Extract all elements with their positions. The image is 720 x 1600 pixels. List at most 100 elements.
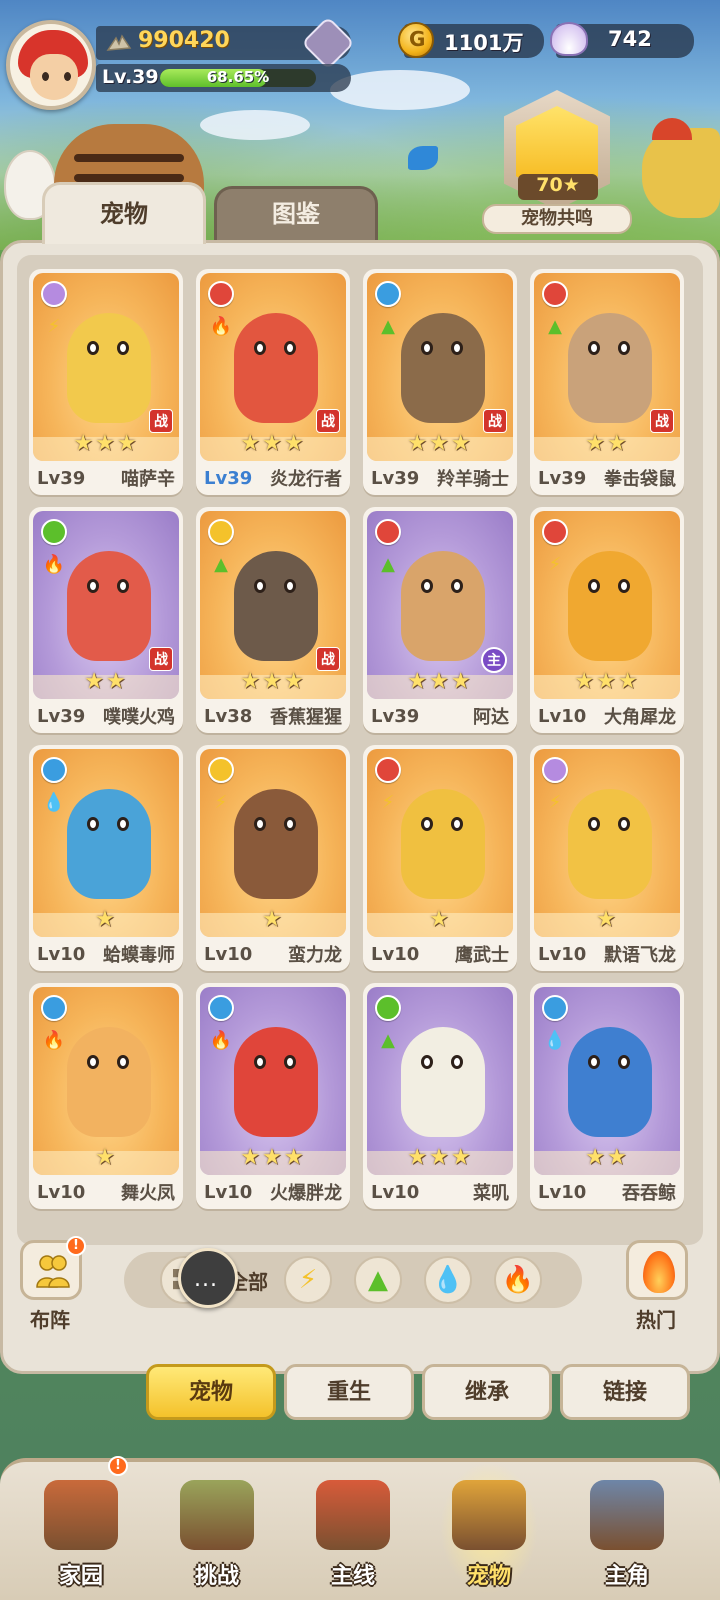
pet-card[interactable]: ▲ 主 ★★★ Lv39 阿达 (363, 507, 517, 733)
subtab-inherit[interactable]: 继承 (422, 1364, 552, 1420)
gold-amount: 1101万 (444, 31, 524, 55)
pet-card[interactable]: ▲ 战 ★★ Lv39 拳击袋鼠 (530, 269, 684, 495)
pet-card[interactable]: ⚡ ★ Lv10 蛮力龙 (196, 745, 350, 971)
pet-name: 拳击袋鼠 (604, 469, 676, 490)
filter-water[interactable]: 💧 (424, 1256, 472, 1304)
pet-card-footer: Lv10 菜叽 (363, 1175, 517, 1209)
creature-eye (117, 817, 129, 831)
shell-amount: 742 (608, 27, 652, 51)
pet-element-icon: ⚡ (381, 792, 395, 813)
pet-class-icon (208, 757, 234, 783)
tab-pets[interactable]: 宠物 (42, 182, 206, 244)
wing-icon (106, 34, 132, 51)
pet-card[interactable]: 💧 ★★ Lv10 吞吞鲸 (530, 983, 684, 1209)
pet-level: Lv39 (204, 467, 253, 489)
nav-icon (452, 1480, 526, 1550)
creature-eye (117, 341, 129, 355)
pet-creature-image (234, 551, 318, 661)
power-score-bar: 990420 (96, 16, 355, 70)
nav-item[interactable]: 宠物 (434, 1462, 544, 1598)
nav-item[interactable]: 主角 (572, 1462, 682, 1598)
battle-tag: 战 (483, 409, 507, 433)
pet-name: 鹰武士 (455, 945, 509, 966)
cloud-decoration (330, 70, 470, 110)
hot-sort-label: 热门 (636, 1308, 676, 1332)
pet-creature-image (568, 1027, 652, 1137)
pet-card-footer: Lv39 噗噗火鸡 (29, 699, 183, 733)
pet-creature-image (234, 1027, 318, 1137)
chat-button[interactable]: ... (178, 1248, 238, 1308)
nav-item[interactable]: 主线 (298, 1462, 408, 1598)
tab-codex[interactable]: 图鉴 (214, 186, 378, 242)
pet-level: Lv10 (538, 705, 587, 727)
filter-earth[interactable]: ▲ (354, 1256, 402, 1304)
pet-creature-image (401, 1027, 485, 1137)
pet-name: 羚羊骑士 (437, 469, 509, 490)
pet-card[interactable]: 🔥 战 ★★ Lv39 噗噗火鸡 (29, 507, 183, 733)
pet-resonance-button[interactable]: 70★ 宠物共鸣 (482, 86, 632, 238)
creature-eye (87, 579, 99, 593)
xp-percent: 68.65% (206, 68, 270, 86)
pet-card[interactable]: ▲ ★★★ Lv10 菜叽 (363, 983, 517, 1209)
pet-creature-image (67, 789, 151, 899)
pet-element-icon: ⚡ (47, 316, 61, 337)
creature-eye (284, 817, 296, 831)
pet-creature-image (568, 551, 652, 661)
mountain-icon: ▲ (368, 1265, 388, 1295)
pet-class-icon (375, 519, 401, 545)
gold-currency[interactable]: 1101万 (398, 22, 544, 58)
pet-card[interactable]: ⚡ ★★★ Lv10 大角犀龙 (530, 507, 684, 733)
filter-fire[interactable]: 🔥 (494, 1256, 542, 1304)
pet-name: 舞火凤 (121, 1183, 175, 1204)
subtab-rebirth[interactable]: 重生 (284, 1364, 414, 1420)
pet-card[interactable]: ⚡ ★ Lv10 鹰武士 (363, 745, 517, 971)
player-avatar[interactable] (6, 20, 96, 110)
pet-name: 阿达 (473, 707, 509, 728)
gold-coin-icon (398, 22, 434, 58)
creature-eye (87, 817, 99, 831)
pet-card[interactable]: 🔥 战 ★★★ Lv39 炎龙行者 (196, 269, 350, 495)
nav-icon (590, 1480, 664, 1550)
pet-element-icon: ⚡ (548, 792, 562, 813)
lightning-icon: ⚡ (298, 1265, 318, 1295)
pet-creature-image (401, 789, 485, 899)
creature-eye (618, 579, 630, 593)
pet-creature-image (67, 1027, 151, 1137)
shell-currency[interactable]: 742 (550, 22, 694, 58)
pet-class-icon (542, 519, 568, 545)
pet-name: 香蕉猩猩 (270, 707, 342, 728)
pet-card[interactable]: ⚡ ★ Lv10 默语飞龙 (530, 745, 684, 971)
creature-eye (284, 341, 296, 355)
filter-lightning[interactable]: ⚡ (284, 1256, 332, 1304)
pet-grid-container[interactable]: ⚡ 战 ★★★ Lv39 喵萨辛 🔥 战 ★★★ Lv39 炎龙行者 ▲ 战 ★★★ Lv39 羚羊骑士 ▲ 战… (17, 255, 703, 1245)
hot-sort-button[interactable] (626, 1240, 688, 1300)
nav-label: 主线 (330, 1564, 375, 1589)
subtab-link[interactable]: 链接 (560, 1364, 690, 1420)
pet-card-footer: Lv39 阿达 (363, 699, 517, 733)
nav-item[interactable]: 家园! (26, 1456, 136, 1598)
battle-tag: 战 (149, 409, 173, 433)
creature-eye (618, 1055, 630, 1069)
pet-creature-image (401, 551, 485, 661)
pet-element-icon: 💧 (543, 1030, 567, 1051)
subtab-pets[interactable]: 宠物 (146, 1364, 276, 1420)
formation-notification-badge: ! (66, 1236, 86, 1256)
nav-label: 家园 (58, 1564, 103, 1589)
nav-label: 宠物 (466, 1564, 511, 1589)
pet-star-rating: ★★★ (407, 1145, 473, 1170)
pet-creature-image (401, 313, 485, 423)
pet-star-rating: ★★★ (407, 669, 473, 694)
nav-item[interactable]: 挑战 (162, 1462, 272, 1598)
pet-star-rating: ★★★ (574, 669, 640, 694)
pet-card[interactable]: 💧 ★ Lv10 蛤蟆毒师 (29, 745, 183, 971)
pet-card-footer: Lv39 喵萨辛 (29, 461, 183, 495)
pet-card[interactable]: 🔥 ★ Lv10 舞火凤 (29, 983, 183, 1209)
pet-card[interactable]: ▲ 战 ★★★ Lv38 香蕉猩猩 (196, 507, 350, 733)
pet-element-icon: 💧 (42, 792, 66, 813)
pet-class-icon (41, 281, 67, 307)
pet-level: Lv39 (371, 467, 420, 489)
pet-list-panel: ⚡ 战 ★★★ Lv39 喵萨辛 🔥 战 ★★★ Lv39 炎龙行者 ▲ 战 ★★★ Lv39 羚羊骑士 ▲ 战… (0, 240, 720, 1374)
pet-card[interactable]: ⚡ 战 ★★★ Lv39 喵萨辛 (29, 269, 183, 495)
pet-card[interactable]: ▲ 战 ★★★ Lv39 羚羊骑士 (363, 269, 517, 495)
pet-card[interactable]: 🔥 ★★★ Lv10 火爆胖龙 (196, 983, 350, 1209)
